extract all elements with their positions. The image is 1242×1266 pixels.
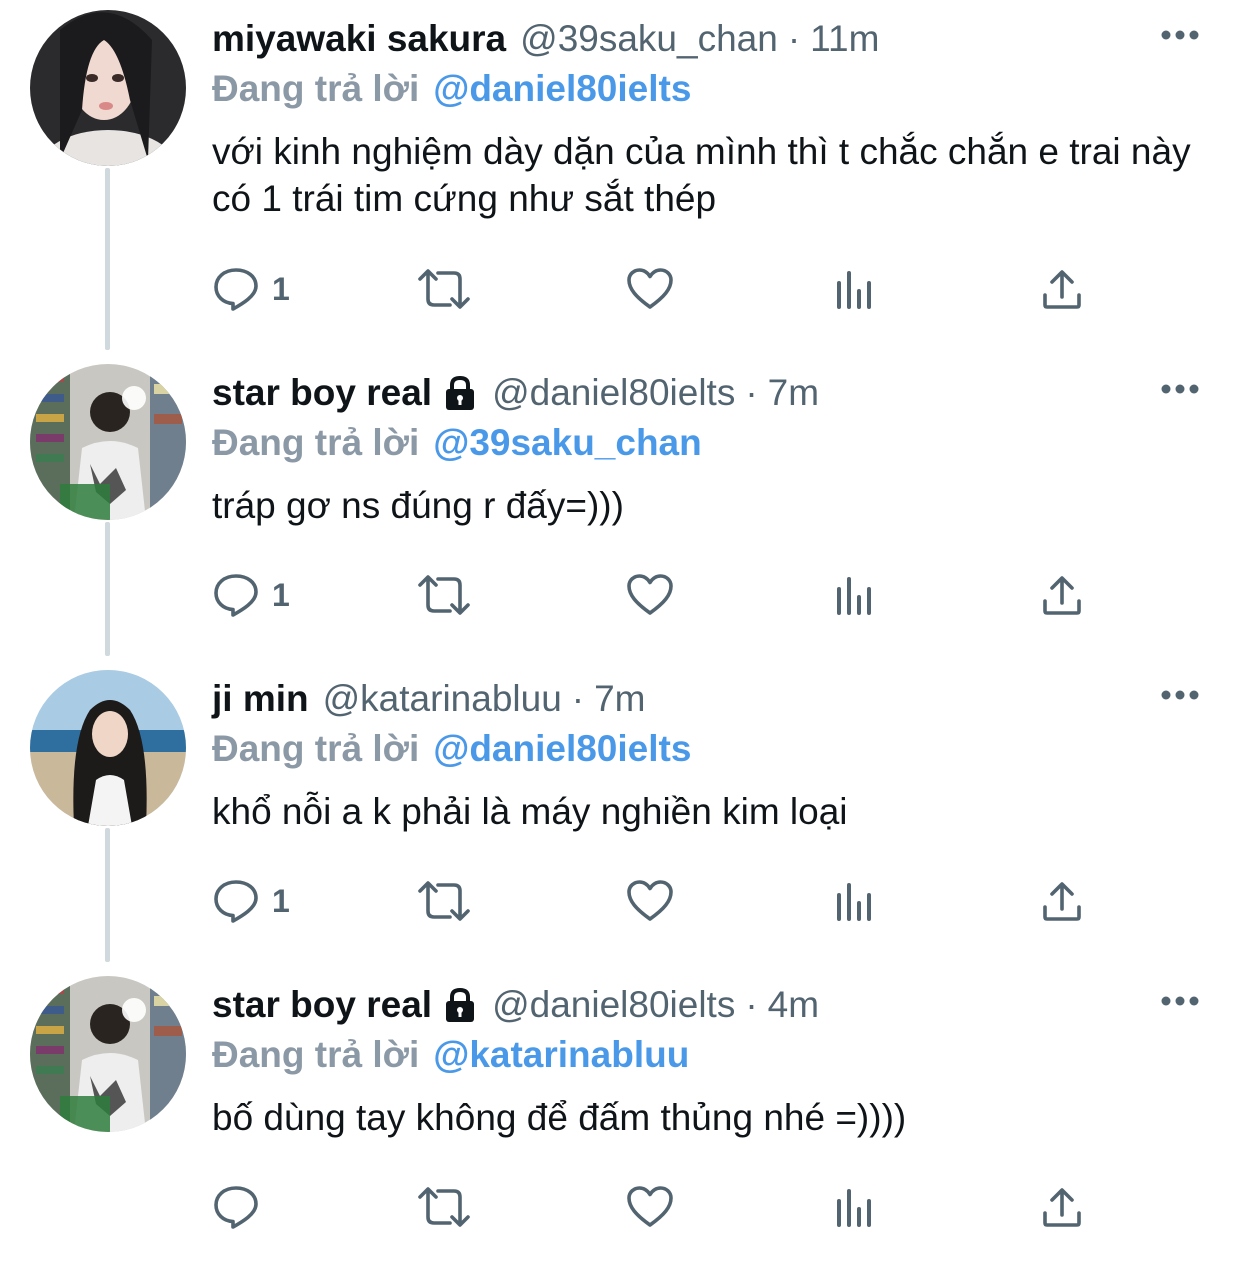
more-icon[interactable] (1160, 26, 1200, 44)
user-handle[interactable]: @39saku_chan (520, 16, 778, 62)
timestamp[interactable]: 11m (810, 16, 879, 62)
retweet-button[interactable] (416, 1182, 472, 1232)
avatar[interactable] (30, 670, 186, 826)
replying-to: Đang trả lời @39saku_chan (212, 420, 702, 466)
speech-bubble-icon (214, 574, 258, 617)
tweet-header: star boy real @daniel80ielts · 7m (212, 370, 819, 416)
upload-arrow-icon (1043, 576, 1081, 615)
views-button[interactable] (836, 264, 876, 314)
tweet-text: với kinh nghiệm dày dặn của mình thì t c… (212, 131, 1191, 219)
reply-button[interactable]: 1 (212, 570, 290, 620)
tweet-header: ji min @katarinabluu · 7m (212, 676, 646, 722)
timestamp[interactable]: 7m (594, 676, 645, 722)
heart-icon (627, 268, 673, 309)
tweet-header: star boy real @daniel80ielts · 4m (212, 982, 819, 1028)
like-button[interactable] (626, 264, 674, 314)
tweet-text: tráp gơ ns đúng r đấy=))) (212, 485, 624, 526)
tweet-text: bố dùng tay không để đấm thủng nhé =)))) (212, 1097, 907, 1138)
action-bar: 1 (212, 876, 1092, 926)
action-bar: 1 (212, 570, 1092, 620)
reply-button[interactable] (212, 1182, 272, 1232)
replying-to: Đang trả lời @katarinabluu (212, 1032, 689, 1078)
reply-button[interactable]: 1 (212, 876, 290, 926)
bar-chart-icon (837, 1189, 871, 1227)
reply-count: 1 (272, 270, 290, 307)
separator: · (571, 678, 585, 719)
lock-icon (446, 375, 475, 410)
replying-to-label: Đang trả lời (212, 422, 420, 463)
retweet-arrows-icon (418, 881, 470, 921)
timestamp[interactable]: 4m (768, 982, 819, 1028)
heart-icon (627, 1186, 673, 1227)
retweet-arrows-icon (418, 269, 470, 309)
upload-arrow-icon (1043, 1188, 1081, 1227)
reply-target-link[interactable]: @daniel80ielts (433, 68, 691, 109)
reply-target-link[interactable]: @daniel80ielts (433, 728, 691, 769)
heart-icon (627, 574, 673, 615)
display-name[interactable]: star boy real (212, 982, 432, 1028)
more-icon[interactable] (1160, 992, 1200, 1010)
share-button[interactable] (1040, 264, 1084, 314)
share-button[interactable] (1040, 876, 1084, 926)
reply-count: 1 (272, 882, 290, 919)
replying-to: Đang trả lời @daniel80ielts (212, 726, 691, 772)
tweet-header: miyawaki sakura @39saku_chan · 11m (212, 16, 879, 62)
avatar[interactable] (30, 976, 186, 1132)
share-button[interactable] (1040, 570, 1084, 620)
upload-arrow-icon (1043, 882, 1081, 921)
views-button[interactable] (836, 570, 876, 620)
speech-bubble-icon (214, 880, 258, 923)
bar-chart-icon (837, 271, 871, 309)
separator: · (745, 984, 758, 1025)
display-name[interactable]: miyawaki sakura (212, 16, 506, 62)
like-button[interactable] (626, 570, 674, 620)
replying-to-label: Đang trả lời (212, 1034, 420, 1075)
separator: · (745, 372, 758, 413)
action-bar (212, 1182, 1092, 1232)
reply-target-link[interactable]: @katarinabluu (433, 1034, 689, 1075)
avatar[interactable] (30, 10, 186, 166)
avatar[interactable] (30, 364, 186, 520)
tweet-text: khổ nỗi a k phải là máy nghiền kim loại (212, 791, 848, 832)
lock-icon (446, 987, 475, 1022)
display-name[interactable]: star boy real (212, 370, 432, 416)
user-handle[interactable]: @katarinabluu (323, 676, 562, 722)
action-bar: 1 (212, 264, 1092, 314)
tweet[interactable]: star boy real @daniel80ielts · 4m Đang t… (0, 966, 1242, 1266)
reply-count: 1 (272, 576, 290, 613)
display-name[interactable]: ji min (212, 676, 309, 722)
timestamp[interactable]: 7m (768, 370, 819, 416)
speech-bubble-icon (214, 1186, 258, 1229)
retweet-button[interactable] (416, 876, 472, 926)
user-handle[interactable]: @daniel80ielts (492, 982, 735, 1028)
tweet[interactable]: ji min @katarinabluu · 7m Đang trả lời @d… (0, 660, 1242, 960)
user-handle[interactable]: @daniel80ielts (492, 370, 735, 416)
replying-to-label: Đang trả lời (212, 68, 420, 109)
views-button[interactable] (836, 1182, 876, 1232)
retweet-arrows-icon (418, 575, 470, 615)
like-button[interactable] (626, 1182, 674, 1232)
views-button[interactable] (836, 876, 876, 926)
more-icon[interactable] (1160, 380, 1200, 398)
reply-button[interactable]: 1 (212, 264, 290, 314)
bar-chart-icon (837, 577, 871, 615)
retweet-arrows-icon (418, 1187, 470, 1227)
speech-bubble-icon (214, 268, 258, 311)
separator: · (787, 18, 801, 59)
heart-icon (627, 880, 673, 921)
tweet[interactable]: star boy real @daniel80ielts · 7m Đang t… (0, 354, 1242, 654)
retweet-button[interactable] (416, 264, 472, 314)
upload-arrow-icon (1043, 270, 1081, 309)
share-button[interactable] (1040, 1182, 1084, 1232)
replying-to: Đang trả lời @daniel80ielts (212, 66, 691, 112)
bar-chart-icon (837, 883, 871, 921)
more-icon[interactable] (1160, 686, 1200, 704)
tweet[interactable]: miyawaki sakura @39saku_chan · 11m Đang … (0, 0, 1242, 311)
reply-target-link[interactable]: @39saku_chan (433, 422, 702, 463)
retweet-button[interactable] (416, 570, 472, 620)
like-button[interactable] (626, 876, 674, 926)
replying-to-label: Đang trả lời (212, 728, 420, 769)
